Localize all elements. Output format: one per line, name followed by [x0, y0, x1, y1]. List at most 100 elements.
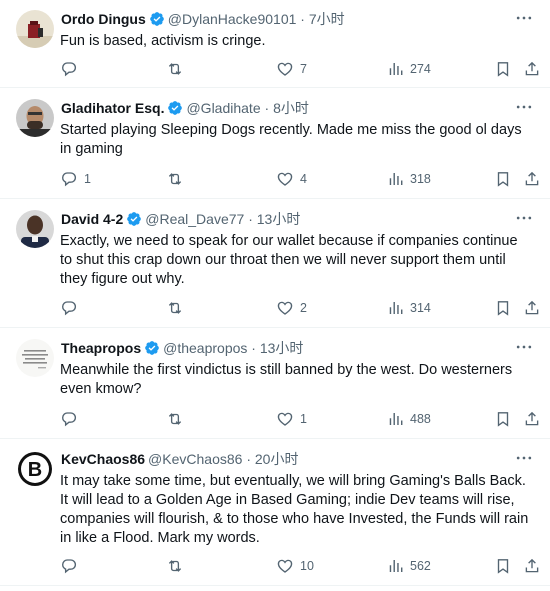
reply-icon [62, 172, 77, 187]
bookmark-icon [497, 301, 509, 316]
display-name[interactable]: Gladihator Esq. [61, 100, 164, 116]
views-chart-icon [389, 302, 403, 314]
separator-dot: · [264, 100, 270, 116]
separator-dot: · [246, 451, 251, 467]
views-chart-icon [389, 63, 403, 75]
reply-button[interactable] [60, 409, 84, 429]
heart-icon [277, 301, 293, 315]
view-count: 274 [410, 62, 431, 76]
share-button[interactable] [523, 409, 541, 429]
heart-icon [277, 172, 293, 186]
more-dots-icon[interactable] [514, 337, 536, 359]
bookmark-button[interactable] [494, 298, 512, 318]
views-button[interactable]: 314 [386, 298, 431, 318]
tweet-header: Ordo Dingus @DylanHacke90101 · 7小时 [61, 10, 510, 28]
tweet-actions: 7 274 [56, 59, 550, 79]
verified-badge-icon [126, 211, 142, 227]
separator-dot: · [300, 11, 305, 27]
retweet-button[interactable] [166, 409, 190, 429]
user-handle[interactable]: @DylanHacke90101 [168, 11, 297, 27]
user-handle[interactable]: @Real_Dave77 [145, 211, 244, 227]
like-button[interactable]: 10 [276, 556, 314, 576]
reply-icon [62, 62, 77, 77]
retweet-icon [168, 173, 182, 185]
tweet-theapropos[interactable]: Theapropos @theapropos · 13小时 Meanwhile t… [0, 329, 550, 439]
user-handle[interactable]: @Gladihate [186, 100, 260, 116]
tweet-text: Fun is based, activism is cringe. [60, 33, 266, 49]
like-button[interactable]: 4 [276, 169, 307, 189]
bookmark-button[interactable] [494, 409, 512, 429]
timestamp[interactable]: 20小时 [255, 451, 299, 467]
reply-icon [62, 559, 77, 574]
avatar-image [16, 99, 54, 137]
more-dots-icon[interactable] [514, 208, 536, 230]
timestamp[interactable]: 13小时 [257, 211, 301, 227]
retweet-icon [168, 63, 182, 75]
separator-dot: · [248, 211, 253, 227]
retweet-button[interactable] [166, 59, 190, 79]
user-handle[interactable]: @theapropos [163, 340, 247, 356]
more-dots-icon[interactable] [514, 448, 536, 470]
avatar[interactable] [16, 99, 54, 137]
view-count: 562 [410, 559, 431, 573]
retweet-button[interactable] [166, 169, 190, 189]
reply-button[interactable] [60, 556, 84, 576]
retweet-button[interactable] [166, 556, 190, 576]
share-icon [525, 411, 539, 426]
retweet-button[interactable] [166, 298, 190, 318]
bookmark-button[interactable] [494, 169, 512, 189]
like-button[interactable]: 7 [276, 59, 307, 79]
share-icon [525, 61, 539, 76]
like-count: 1 [300, 412, 307, 426]
retweet-icon [168, 302, 182, 314]
tweet-david[interactable]: David 4-2 @Real_Dave77 · 13小时 Exactly, we… [0, 200, 550, 328]
like-count: 10 [300, 559, 314, 573]
share-button[interactable] [523, 59, 541, 79]
timestamp[interactable]: 8小时 [273, 100, 309, 116]
views-button[interactable]: 562 [386, 556, 431, 576]
share-button[interactable] [523, 298, 541, 318]
avatar[interactable] [16, 210, 54, 248]
display-name[interactable]: Theapropos [61, 340, 141, 356]
like-button[interactable]: 2 [276, 298, 307, 318]
share-icon [525, 171, 539, 186]
reply-button[interactable]: 1 [60, 169, 91, 189]
tweet-kevchaos[interactable]: B KevChaos86 @KevChaos86 · 20小时 It may ta… [0, 440, 550, 586]
timestamp[interactable]: 7小时 [309, 11, 345, 27]
tweet-actions: 2 314 [56, 298, 550, 318]
views-button[interactable]: 488 [386, 409, 431, 429]
tweet-header: David 4-2 @Real_Dave77 · 13小时 [61, 210, 510, 228]
tweet-gladihator[interactable]: Gladihator Esq. @Gladihate · 8小时 Started … [0, 89, 550, 199]
tweet-header: KevChaos86 @KevChaos86 · 20小时 [61, 450, 510, 468]
avatar[interactable]: B [16, 450, 54, 488]
avatar[interactable] [16, 10, 54, 48]
display-name[interactable]: Ordo Dingus [61, 11, 146, 27]
tweet-actions: 1 4 318 [56, 169, 550, 189]
bookmark-button[interactable] [494, 556, 512, 576]
share-button[interactable] [523, 169, 541, 189]
more-dots-icon[interactable] [514, 8, 536, 30]
like-button[interactable]: 1 [276, 409, 307, 429]
views-button[interactable]: 274 [386, 59, 431, 79]
retweet-icon [168, 560, 182, 572]
views-button[interactable]: 318 [386, 169, 431, 189]
reply-button[interactable] [60, 298, 84, 318]
share-button[interactable] [523, 556, 541, 576]
bookmark-button[interactable] [494, 59, 512, 79]
tweet-ordo-dingus[interactable]: Ordo Dingus @DylanHacke90101 · 7小时 Fun is… [0, 0, 550, 88]
avatar-image [16, 10, 54, 48]
like-count: 2 [300, 301, 307, 315]
avatar[interactable] [16, 339, 54, 377]
more-dots-icon[interactable] [514, 97, 536, 119]
view-count: 318 [410, 172, 431, 186]
separator-dot: · [251, 340, 256, 356]
reply-button[interactable] [60, 59, 84, 79]
display-name[interactable]: KevChaos86 [61, 451, 145, 467]
like-count: 4 [300, 172, 307, 186]
like-count: 7 [300, 62, 307, 76]
display-name[interactable]: David 4-2 [61, 211, 123, 227]
views-chart-icon [389, 560, 403, 572]
user-handle[interactable]: @KevChaos86 [148, 451, 242, 467]
view-count: 314 [410, 301, 431, 315]
timestamp[interactable]: 13小时 [260, 340, 304, 356]
